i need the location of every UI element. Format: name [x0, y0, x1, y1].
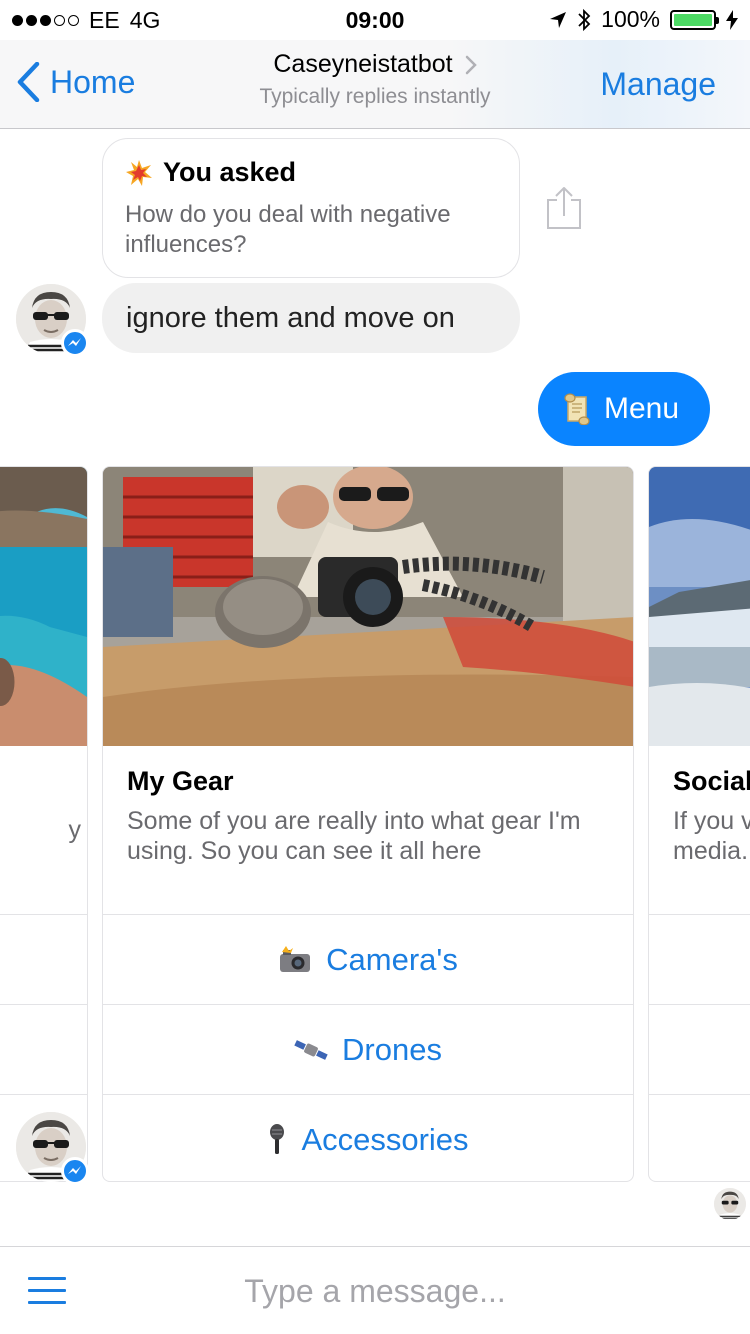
camera-button[interactable]: Camera's	[103, 914, 633, 1004]
battery-icon	[670, 9, 719, 30]
card-subtitle-line: If you v	[673, 807, 750, 835]
card-subtitle: If you v media.	[673, 806, 750, 866]
carousel-card-previous[interactable]: y	[0, 466, 88, 1182]
accessories-button-label: Accessories	[301, 1121, 469, 1157]
card-subtitle: Some of you are really into what gear I'…	[127, 807, 581, 865]
card-body: y	[0, 746, 87, 914]
page-title: Caseyneistatbot	[273, 50, 477, 79]
charging-bolt-icon	[726, 9, 738, 30]
card-subtitle-fragment: y	[68, 816, 82, 844]
asked-question-text: How do you deal with negative influences…	[125, 201, 451, 258]
messenger-chat-screen: EE 4G 09:00 100% Home Caseyneistatbot Ty…	[0, 0, 750, 1334]
carousel-card-social[interactable]: Social If you v media.	[648, 466, 750, 1182]
message-input[interactable]	[120, 1267, 630, 1315]
card-body: My Gear Some of you are really into what…	[103, 746, 633, 914]
share-icon[interactable]	[545, 186, 583, 230]
menu-message-bubble[interactable]: Menu	[538, 372, 710, 446]
bot-portrait-icon	[714, 1188, 746, 1220]
bot-avatar[interactable]	[16, 1112, 89, 1185]
card-subtitle-line: media.	[673, 837, 749, 865]
status-right: 100%	[549, 6, 738, 33]
message-composer	[0, 1246, 750, 1334]
chevron-right-icon	[465, 55, 477, 74]
bluetooth-icon	[578, 8, 591, 31]
conversation-header[interactable]: Caseyneistatbot Typically replies instan…	[200, 50, 550, 109]
card-title: Social	[673, 766, 750, 796]
navigation-bar: Home Caseyneistatbot Typically replies i…	[0, 40, 750, 129]
card-body: Social If you v media.	[649, 746, 750, 914]
generic-template-carousel[interactable]: y My Gear Some of you are really into wh…	[0, 466, 750, 1182]
contact-name: Caseyneistatbot	[273, 50, 453, 78]
contact-subtitle: Typically replies instantly	[259, 85, 491, 108]
microphone-icon	[270, 1123, 285, 1154]
status-bar: EE 4G 09:00 100%	[0, 0, 750, 40]
iceberg-image	[649, 467, 750, 746]
menu-hamburger-icon[interactable]	[28, 1275, 68, 1307]
battery-percent: 100%	[601, 6, 660, 32]
asked-title-row: You asked	[125, 157, 497, 188]
asked-question-card: You asked How do you deal with negative …	[102, 138, 520, 278]
camera-button-label: Camera's	[326, 941, 458, 977]
messenger-badge-icon	[61, 329, 89, 357]
back-button[interactable]: Home	[16, 62, 135, 102]
card-button[interactable]	[0, 914, 87, 1004]
card-button[interactable]	[649, 1004, 750, 1094]
chevron-left-icon	[17, 62, 40, 102]
messenger-badge-icon	[61, 1157, 89, 1185]
asked-title: You asked	[163, 157, 297, 187]
bot-avatar[interactable]	[16, 284, 89, 357]
card-title: My Gear	[127, 766, 234, 796]
card-button[interactable]	[0, 1004, 87, 1094]
card-button[interactable]	[649, 914, 750, 1004]
location-arrow-icon	[550, 11, 567, 28]
drones-button-label: Drones	[342, 1031, 442, 1067]
beach-image	[0, 467, 87, 746]
bot-reply-bubble: ignore them and move on	[102, 283, 520, 353]
camera-flash-icon	[280, 945, 311, 972]
card-button[interactable]	[649, 1094, 750, 1181]
read-receipt-avatar	[714, 1188, 746, 1220]
scroll-emoji-icon	[564, 393, 590, 425]
gear-hero-image	[103, 467, 633, 746]
collision-emoji-icon	[126, 159, 152, 186]
carousel-card-my-gear[interactable]: My Gear Some of you are really into what…	[102, 466, 634, 1182]
menu-label: Menu	[604, 392, 680, 425]
back-label: Home	[50, 63, 136, 100]
satellite-icon	[294, 1039, 328, 1060]
drones-button[interactable]: Drones	[103, 1004, 633, 1094]
bot-reply-text: ignore them and move on	[126, 301, 455, 334]
accessories-button[interactable]: Accessories	[103, 1094, 633, 1181]
manage-button[interactable]: Manage	[600, 66, 716, 103]
